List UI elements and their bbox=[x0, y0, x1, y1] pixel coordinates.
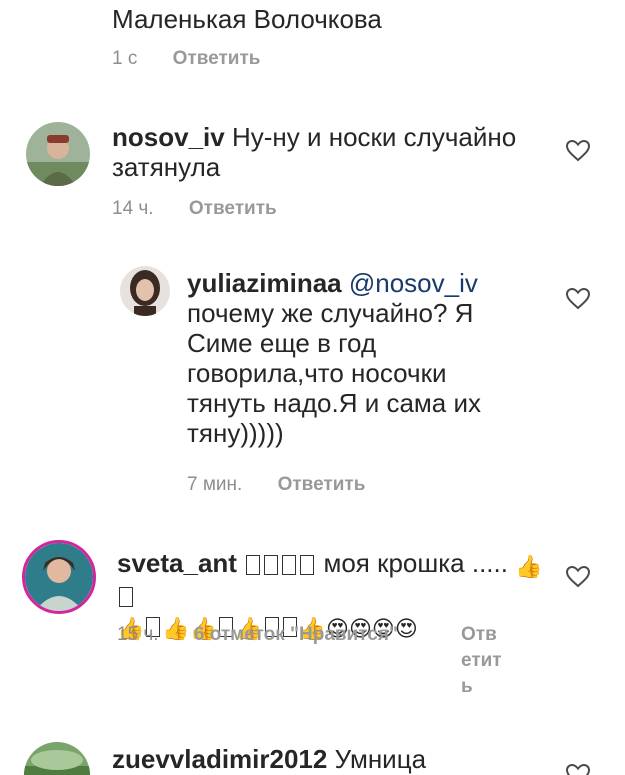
reply-label-line: Отв bbox=[461, 624, 497, 645]
heart-outline-icon[interactable] bbox=[566, 566, 590, 588]
comment-username[interactable]: zuevvladimir2012 bbox=[112, 744, 327, 774]
story-avatar[interactable] bbox=[22, 540, 96, 614]
comment-text: Маленькая Волочкова bbox=[112, 4, 382, 34]
comment-meta: 15 ч. 6 отметок "Нравится" bbox=[117, 624, 398, 646]
avatar[interactable] bbox=[26, 122, 90, 186]
heart-eyes-emoji: 😍 bbox=[394, 616, 418, 641]
comment-meta: 7 мин. Ответить bbox=[187, 474, 365, 496]
missing-glyph-box bbox=[244, 548, 316, 578]
comment-text: почему же случайно? Я Симе еще в год гов… bbox=[187, 298, 481, 448]
reply-label-line: етит bbox=[461, 650, 502, 671]
heart-outline-icon[interactable] bbox=[566, 140, 590, 162]
missing-glyph-box bbox=[119, 587, 133, 607]
comment-body: yuliaziminaa @nosov_iv почему же случайн… bbox=[187, 268, 517, 448]
heart-outline-icon[interactable] bbox=[566, 288, 590, 310]
comment-username[interactable]: sveta_ant bbox=[117, 548, 237, 578]
reply-button[interactable]: Ответить bbox=[173, 48, 261, 69]
comment-body: nosov_iv Ну-ну и носки случайно затянула bbox=[112, 122, 532, 182]
comment-text: моя крошка ..... bbox=[323, 548, 508, 578]
avatar[interactable] bbox=[120, 266, 170, 316]
comment-meta: 1 с Ответить bbox=[112, 48, 260, 70]
comment-text: Умница bbox=[334, 744, 427, 774]
heart-outline-icon[interactable] bbox=[566, 764, 590, 775]
reply-button[interactable]: Ответить bbox=[189, 198, 277, 219]
reply-label-line: ь bbox=[461, 676, 473, 697]
likes-count-link[interactable]: 6 отметок "Нравится" bbox=[194, 624, 398, 645]
thumbs-up-emoji: 👍 bbox=[515, 554, 543, 579]
reply-button[interactable]: Отв етит ь bbox=[461, 622, 511, 700]
comment-username[interactable]: nosov_iv bbox=[112, 122, 225, 152]
comment-time: 7 мин. bbox=[187, 474, 243, 495]
comment-time: 1 с bbox=[112, 48, 138, 69]
comment-time: 14 ч. bbox=[112, 198, 154, 219]
comment-username[interactable]: yuliaziminaa bbox=[187, 268, 342, 298]
comment-body: zuevvladimir2012 Умница bbox=[112, 744, 532, 774]
comment-meta: 14 ч. Ответить bbox=[112, 198, 277, 220]
reply-button[interactable]: Ответить bbox=[278, 474, 366, 495]
mention-link[interactable]: @nosov_iv bbox=[349, 268, 478, 298]
comment-time: 15 ч. bbox=[117, 624, 159, 645]
avatar[interactable] bbox=[24, 742, 90, 775]
